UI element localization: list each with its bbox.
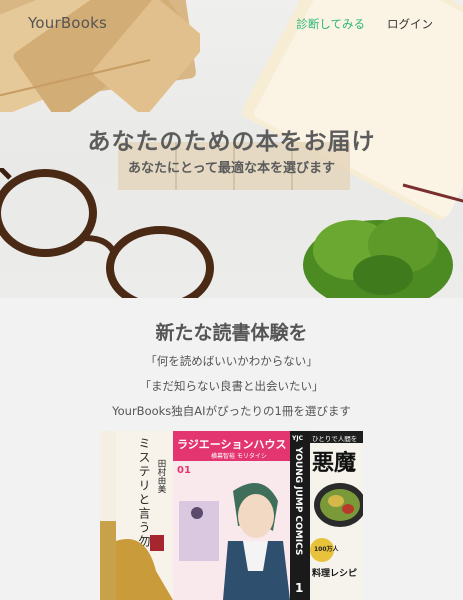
cover-badge-text: 100万人 xyxy=(314,546,339,553)
book-title: 悪魔 xyxy=(312,451,357,476)
book-cover-spine[interactable]: YJC YOUNG JUMP COMICS 1 xyxy=(290,431,310,600)
hero-subtitle: あなたにとって最適な本を選びます xyxy=(128,161,335,176)
book-cover[interactable] xyxy=(100,431,116,600)
cover-subtitle: 料理レシピ xyxy=(312,569,358,579)
top-nav: 診断してみる ログイン xyxy=(296,16,433,32)
hero-title: あなたのための本をお届け xyxy=(87,129,376,155)
book-cover-recipe[interactable]: ひとりで人間を 悪魔 100万人 料理レシピ xyxy=(310,431,363,600)
book-title: ラジエーションハウス xyxy=(177,438,287,451)
cover-tagline: ひとりで人間を xyxy=(312,435,358,443)
cover-art xyxy=(179,483,290,600)
site-logo[interactable]: YourBooks xyxy=(28,14,107,32)
section-title: 新たな読書体験を xyxy=(155,322,308,344)
hero-banner: YourBooks 診断してみる ログイン あなたのための本をお届け あなたにと… xyxy=(0,0,463,298)
cover-art xyxy=(100,521,116,600)
book-cover-mystery[interactable]: ミステリと言う勿れ 田村由美 xyxy=(116,431,173,600)
book-author: 田村由美 xyxy=(156,459,166,493)
series-label: YOUNG JUMP COMICS xyxy=(293,447,303,556)
section-line: YourBooks独自AIがぴったりの1冊を選びます xyxy=(112,404,351,418)
login-link[interactable]: ログイン xyxy=(387,16,433,32)
diagnose-link[interactable]: 診断してみる xyxy=(296,16,365,32)
publisher-badge: YJC xyxy=(292,435,303,442)
volume-number: 1 xyxy=(295,581,304,595)
book-covers: ミステリと言う勿れ 田村由美 ラジエーションハウス 横幕智裕 モリタイシ 01 … xyxy=(100,431,363,600)
section-line: 「まだ知らない良書と出会いたい」 xyxy=(139,379,324,393)
plant-illustration xyxy=(303,217,453,298)
section-line: 「何を読めばいいかわからない」 xyxy=(145,354,318,368)
book-cover-radiation-house[interactable]: ラジエーションハウス 横幕智裕 モリタイシ 01 xyxy=(173,431,290,600)
cover-art xyxy=(116,535,173,600)
book-author: 横幕智裕 モリタイシ xyxy=(211,453,267,460)
